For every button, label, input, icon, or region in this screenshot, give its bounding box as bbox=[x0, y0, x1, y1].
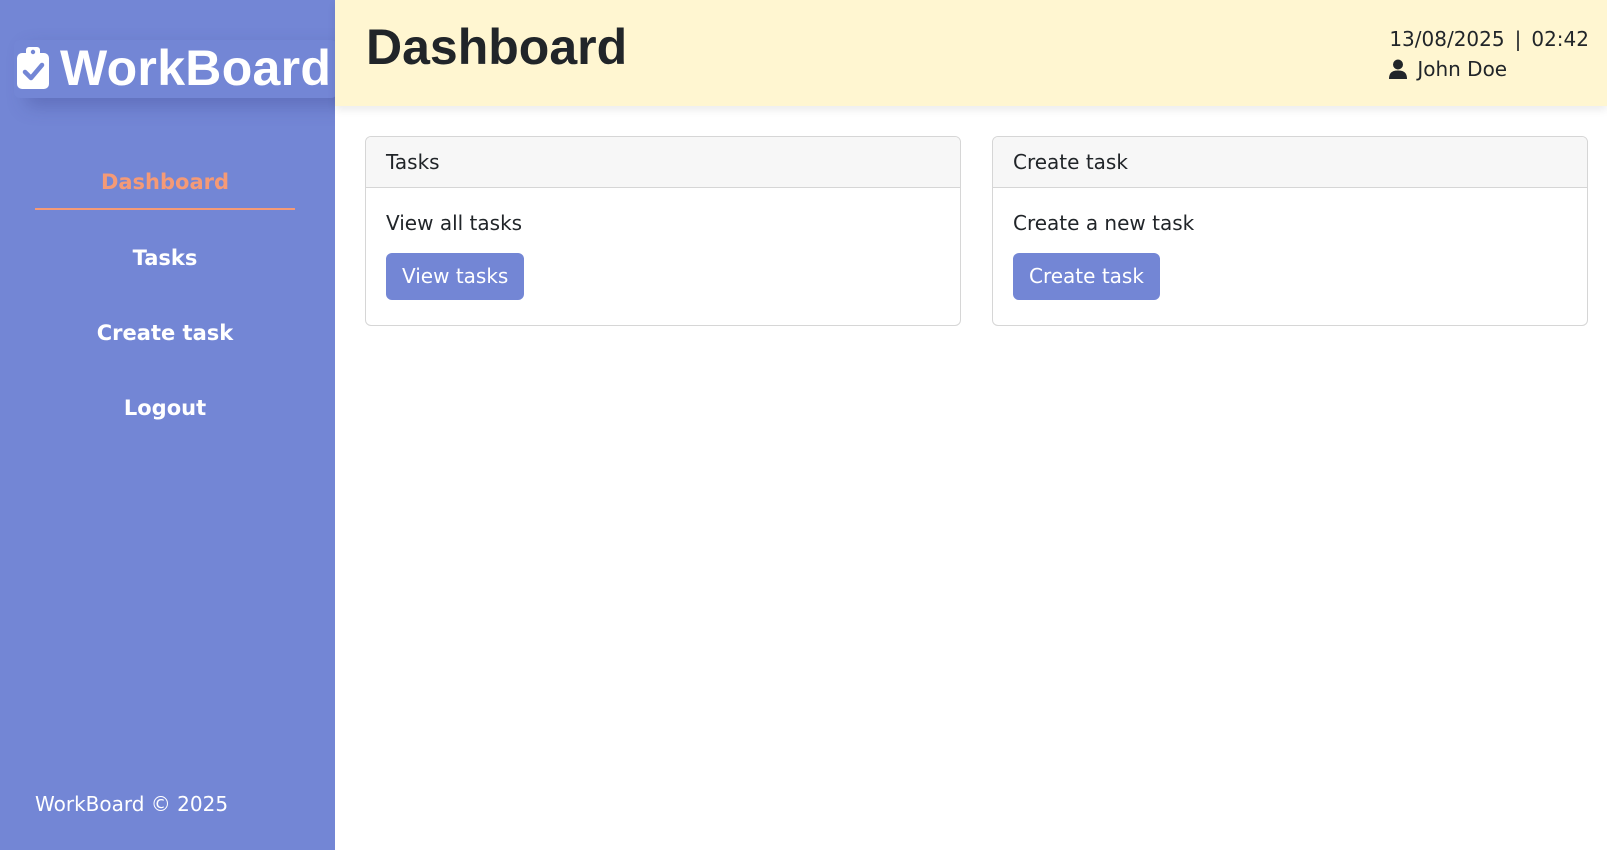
sidebar-item-tasks[interactable]: Tasks bbox=[35, 237, 295, 312]
current-date: 13/08/2025 bbox=[1389, 27, 1505, 51]
tasks-card: Tasks View all tasks View tasks bbox=[365, 136, 961, 326]
sidebar: WorkBoard Dashboard Tasks Create task Lo… bbox=[0, 0, 335, 850]
brand-logo[interactable]: WorkBoard bbox=[14, 40, 337, 98]
card-text: View all tasks bbox=[386, 211, 523, 235]
sidebar-item-dashboard[interactable]: Dashboard bbox=[35, 162, 295, 237]
sidebar-item-label: Logout bbox=[123, 396, 207, 420]
view-tasks-button[interactable]: View tasks bbox=[386, 253, 525, 300]
sidebar-item-label: Tasks bbox=[132, 246, 198, 270]
datetime-row: 13/08/2025 | 02:42 bbox=[1389, 24, 1589, 54]
sidebar-nav: Dashboard Tasks Create task Logout bbox=[35, 162, 295, 462]
sidebar-footer: WorkBoard © 2025 bbox=[35, 792, 229, 816]
datetime-separator: | bbox=[1514, 27, 1522, 51]
card-body: Create a new task Create task bbox=[993, 188, 1587, 320]
user-icon bbox=[1389, 59, 1408, 79]
main-content: Dashboard 13/08/2025 | 02:42 John Doe Ta… bbox=[335, 0, 1607, 850]
card-header: Tasks bbox=[366, 137, 960, 188]
page-title: Dashboard bbox=[366, 19, 628, 75]
sidebar-item-label: Create task bbox=[96, 321, 234, 345]
current-time: 02:42 bbox=[1531, 27, 1589, 51]
clipboard-check-icon bbox=[17, 47, 49, 89]
header-meta: 13/08/2025 | 02:42 John Doe bbox=[1389, 24, 1589, 84]
top-bar: Dashboard 13/08/2025 | 02:42 John Doe bbox=[335, 0, 1607, 106]
sidebar-item-label: Dashboard bbox=[35, 162, 295, 210]
card-body: View all tasks View tasks bbox=[366, 188, 960, 320]
user-row: John Doe bbox=[1389, 54, 1589, 84]
create-task-button[interactable]: Create task bbox=[1013, 253, 1160, 300]
create-task-card: Create task Create a new task Create tas… bbox=[992, 136, 1588, 326]
sidebar-item-create-task[interactable]: Create task bbox=[35, 312, 295, 387]
card-text: Create a new task bbox=[1013, 211, 1195, 235]
sidebar-item-logout[interactable]: Logout bbox=[35, 387, 295, 462]
card-header: Create task bbox=[993, 137, 1587, 188]
user-name: John Doe bbox=[1417, 57, 1508, 81]
app: WorkBoard Dashboard Tasks Create task Lo… bbox=[0, 0, 1607, 850]
brand-name: WorkBoard bbox=[60, 40, 332, 96]
dashboard-cards: Tasks View all tasks View tasks Create t… bbox=[365, 136, 1588, 326]
